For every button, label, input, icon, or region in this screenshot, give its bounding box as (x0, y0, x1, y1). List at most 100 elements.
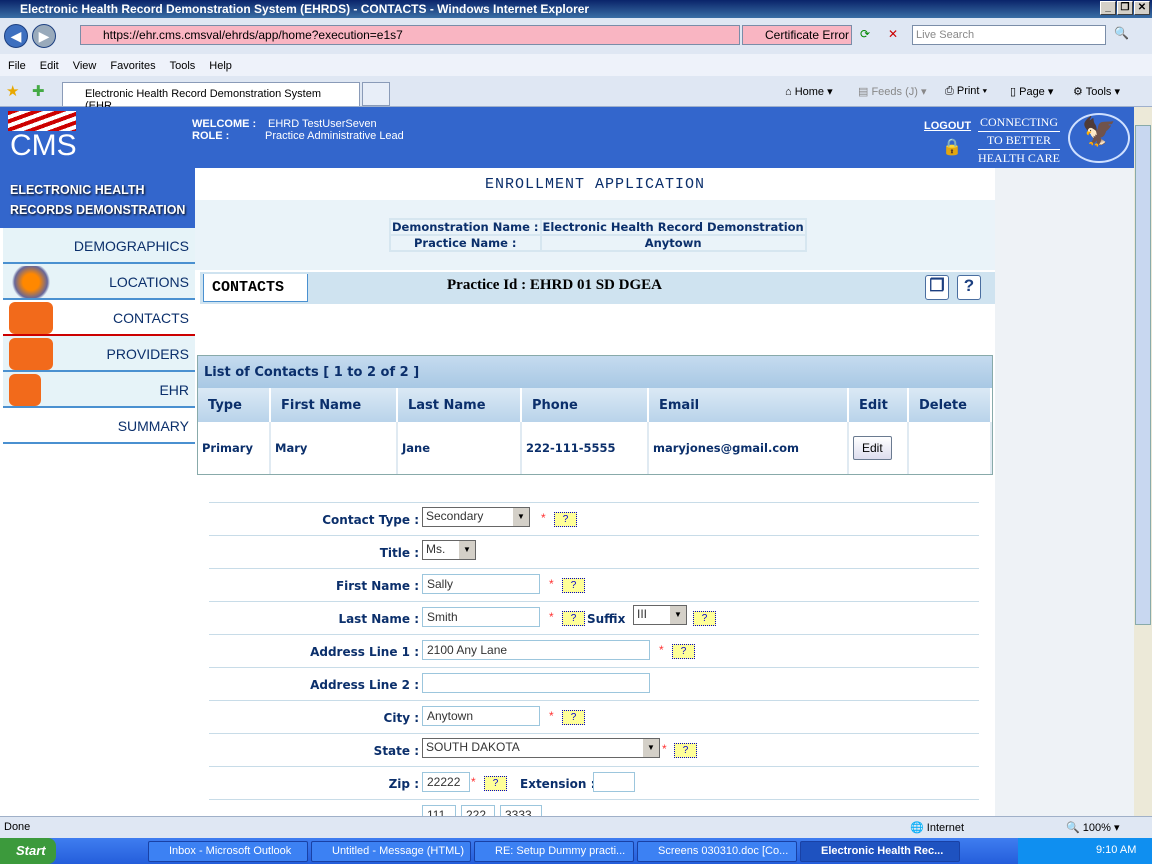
practice-name: Anytown (539, 234, 807, 252)
new-tab-button[interactable] (362, 82, 390, 106)
search-input[interactable]: Live Search (912, 25, 1106, 45)
stop-icon[interactable]: ✕ (888, 27, 898, 41)
help-button[interactable]: ? (562, 611, 585, 626)
taskbar-item-message[interactable]: Untitled - Message (HTML) (311, 841, 471, 862)
menu-edit[interactable]: Edit (40, 60, 59, 72)
feeds-button[interactable]: ▤ Feeds (J) ▾ (858, 85, 927, 98)
help-button[interactable]: ? (484, 776, 507, 791)
copy-icon[interactable]: ❐ (925, 275, 949, 300)
address-bar[interactable]: https://ehr.cms.cmsval/ehrds/app/home?ex… (80, 25, 740, 45)
sidebar-item-locations[interactable]: LOCATIONS (3, 264, 195, 300)
tagline-line: TO BETTER (978, 132, 1060, 150)
browser-tab[interactable]: Electronic Health Record Demonstration S… (62, 82, 360, 112)
add-favorite-icon[interactable]: ✚ (32, 82, 45, 100)
contact-type-label: Contact Type : (322, 513, 419, 527)
web-page: CMS WELCOME : EHRD TestUserSeven ROLE : … (0, 107, 1134, 816)
state-select[interactable]: SOUTH DAKOTA (422, 738, 660, 758)
sidebar-title: ELECTRONIC HEALTH RECORDS DEMONSTRATION (0, 168, 195, 228)
menu-bar: File Edit View Favorites Tools Help (0, 54, 1152, 76)
zip-input[interactable]: 22222 (422, 772, 470, 792)
sidebar-item-contacts[interactable]: CONTACTS (3, 300, 195, 336)
close-button[interactable]: ✕ (1134, 1, 1150, 15)
page-button[interactable]: ▯ Page ▾ (1010, 85, 1053, 98)
forward-button[interactable]: ▶ (32, 24, 56, 48)
page-label: Page (1019, 86, 1045, 98)
extension-input[interactable] (593, 772, 635, 792)
column-header: Last Name (397, 388, 522, 422)
suffix-select[interactable]: III (633, 605, 687, 625)
contact-type-select[interactable]: Secondary (422, 507, 530, 527)
sidebar-item-ehr[interactable]: EHR (3, 372, 195, 408)
zoom-level: 100% (1082, 822, 1111, 834)
refresh-icon[interactable]: ⟳ (860, 27, 870, 41)
address-2-label: Address Line 2 : (310, 678, 419, 692)
menu-view[interactable]: View (73, 60, 97, 72)
required-marker: * (549, 610, 554, 624)
demo-name-label: Demonstration Name : (389, 218, 542, 236)
form-row-last-name: Last Name :Smith*?SuffixIII? (209, 601, 979, 634)
help-button[interactable]: ? (693, 611, 716, 626)
form-row-first-name: First Name : Sally *? (209, 568, 979, 601)
column-header: Phone (521, 388, 649, 422)
required-marker: * (549, 709, 554, 723)
back-button[interactable]: ◀ (4, 24, 28, 48)
form-row-contact-type: Contact Type :Secondary *? (209, 502, 979, 535)
status-bar: Done 🌐 Internet 🔍 100% ▾ (0, 816, 1152, 838)
sidebar-item-demographics[interactable]: DEMOGRAPHICS (3, 228, 195, 264)
address-2-input[interactable] (422, 673, 650, 693)
search-icon[interactable]: 🔍 (1114, 26, 1129, 40)
edit-button[interactable]: Edit (853, 436, 892, 460)
start-button[interactable]: Start (0, 838, 56, 864)
first-name-input[interactable]: Sally (422, 574, 540, 594)
last-name-input[interactable]: Smith (422, 607, 540, 627)
tools-button[interactable]: ⚙ Tools ▾ (1073, 85, 1120, 98)
phone-prefix-input[interactable]: 222 (461, 805, 495, 816)
demonstration-info: Demonstration Name : Electronic Health Re… (195, 200, 995, 270)
extension-label: Extension : (520, 777, 596, 791)
taskbar-item-ie[interactable]: Electronic Health Rec... (800, 841, 960, 862)
minimize-button[interactable]: _ (1100, 1, 1116, 15)
tagline-line: HEALTH CARE (978, 151, 1060, 165)
menu-tools[interactable]: Tools (170, 60, 196, 72)
city-input[interactable]: Anytown (422, 706, 540, 726)
demo-name: Electronic Health Record Demonstration (539, 218, 807, 236)
phone-line-input[interactable]: 3333 (500, 805, 542, 816)
tools-label: Tools (1085, 86, 1112, 98)
vertical-scrollbar[interactable] (1134, 107, 1152, 816)
title-select[interactable]: Ms. (422, 540, 476, 560)
form-row-address-2: Address Line 2 : (209, 667, 979, 700)
certificate-error-button[interactable]: Certificate Error (742, 25, 852, 45)
zoom-control[interactable]: 🔍 100% ▾ (1066, 821, 1119, 834)
sidebar-item-providers[interactable]: PROVIDERS (3, 336, 195, 372)
taskbar-item-outlook[interactable]: Inbox - Microsoft Outlook (148, 841, 308, 862)
taskbar-item-reply[interactable]: RE: Setup Dummy practi... (474, 841, 634, 862)
logout-link[interactable]: LOGOUT (924, 120, 971, 132)
sidebar: ELECTRONIC HEALTH RECORDS DEMONSTRATION … (0, 168, 195, 816)
suffix-label: Suffix (587, 612, 626, 626)
print-button[interactable]: ⎙ Print ▾ (945, 85, 987, 98)
help-icon[interactable]: ? (957, 275, 981, 300)
menu-favorites[interactable]: Favorites (110, 60, 155, 72)
favorites-star-icon[interactable]: ★ (6, 82, 19, 100)
menu-file[interactable]: File (8, 60, 26, 72)
phone-area-input[interactable]: 111 (422, 805, 456, 816)
required-marker: * (471, 775, 476, 789)
welcome-user: EHRD TestUserSeven (268, 118, 377, 130)
address-1-input[interactable]: 2100 Any Lane (422, 640, 650, 660)
home-button[interactable]: ⌂ Home ▾ (785, 85, 833, 98)
help-button[interactable]: ? (554, 512, 577, 527)
help-button[interactable]: ? (672, 644, 695, 659)
taskbar-item-word[interactable]: Screens 030310.doc [Co... (637, 841, 797, 862)
sidebar-item-summary[interactable]: SUMMARY (3, 408, 195, 444)
maximize-button[interactable]: ❐ (1117, 1, 1133, 15)
role-label: ROLE : (192, 130, 230, 142)
menu-help[interactable]: Help (209, 60, 232, 72)
help-button[interactable]: ? (562, 578, 585, 593)
form-row-phone: 111 222 3333 (209, 799, 979, 816)
help-button[interactable]: ? (562, 710, 585, 725)
scrollbar-thumb[interactable] (1135, 125, 1151, 625)
tab-contacts[interactable]: CONTACTS (203, 274, 308, 302)
help-button[interactable]: ? (674, 743, 697, 758)
form-row-address-1: Address Line 1 :2100 Any Lane *? (209, 634, 979, 667)
form-row-zip: Zip :22222 *? Extension : (209, 766, 979, 799)
